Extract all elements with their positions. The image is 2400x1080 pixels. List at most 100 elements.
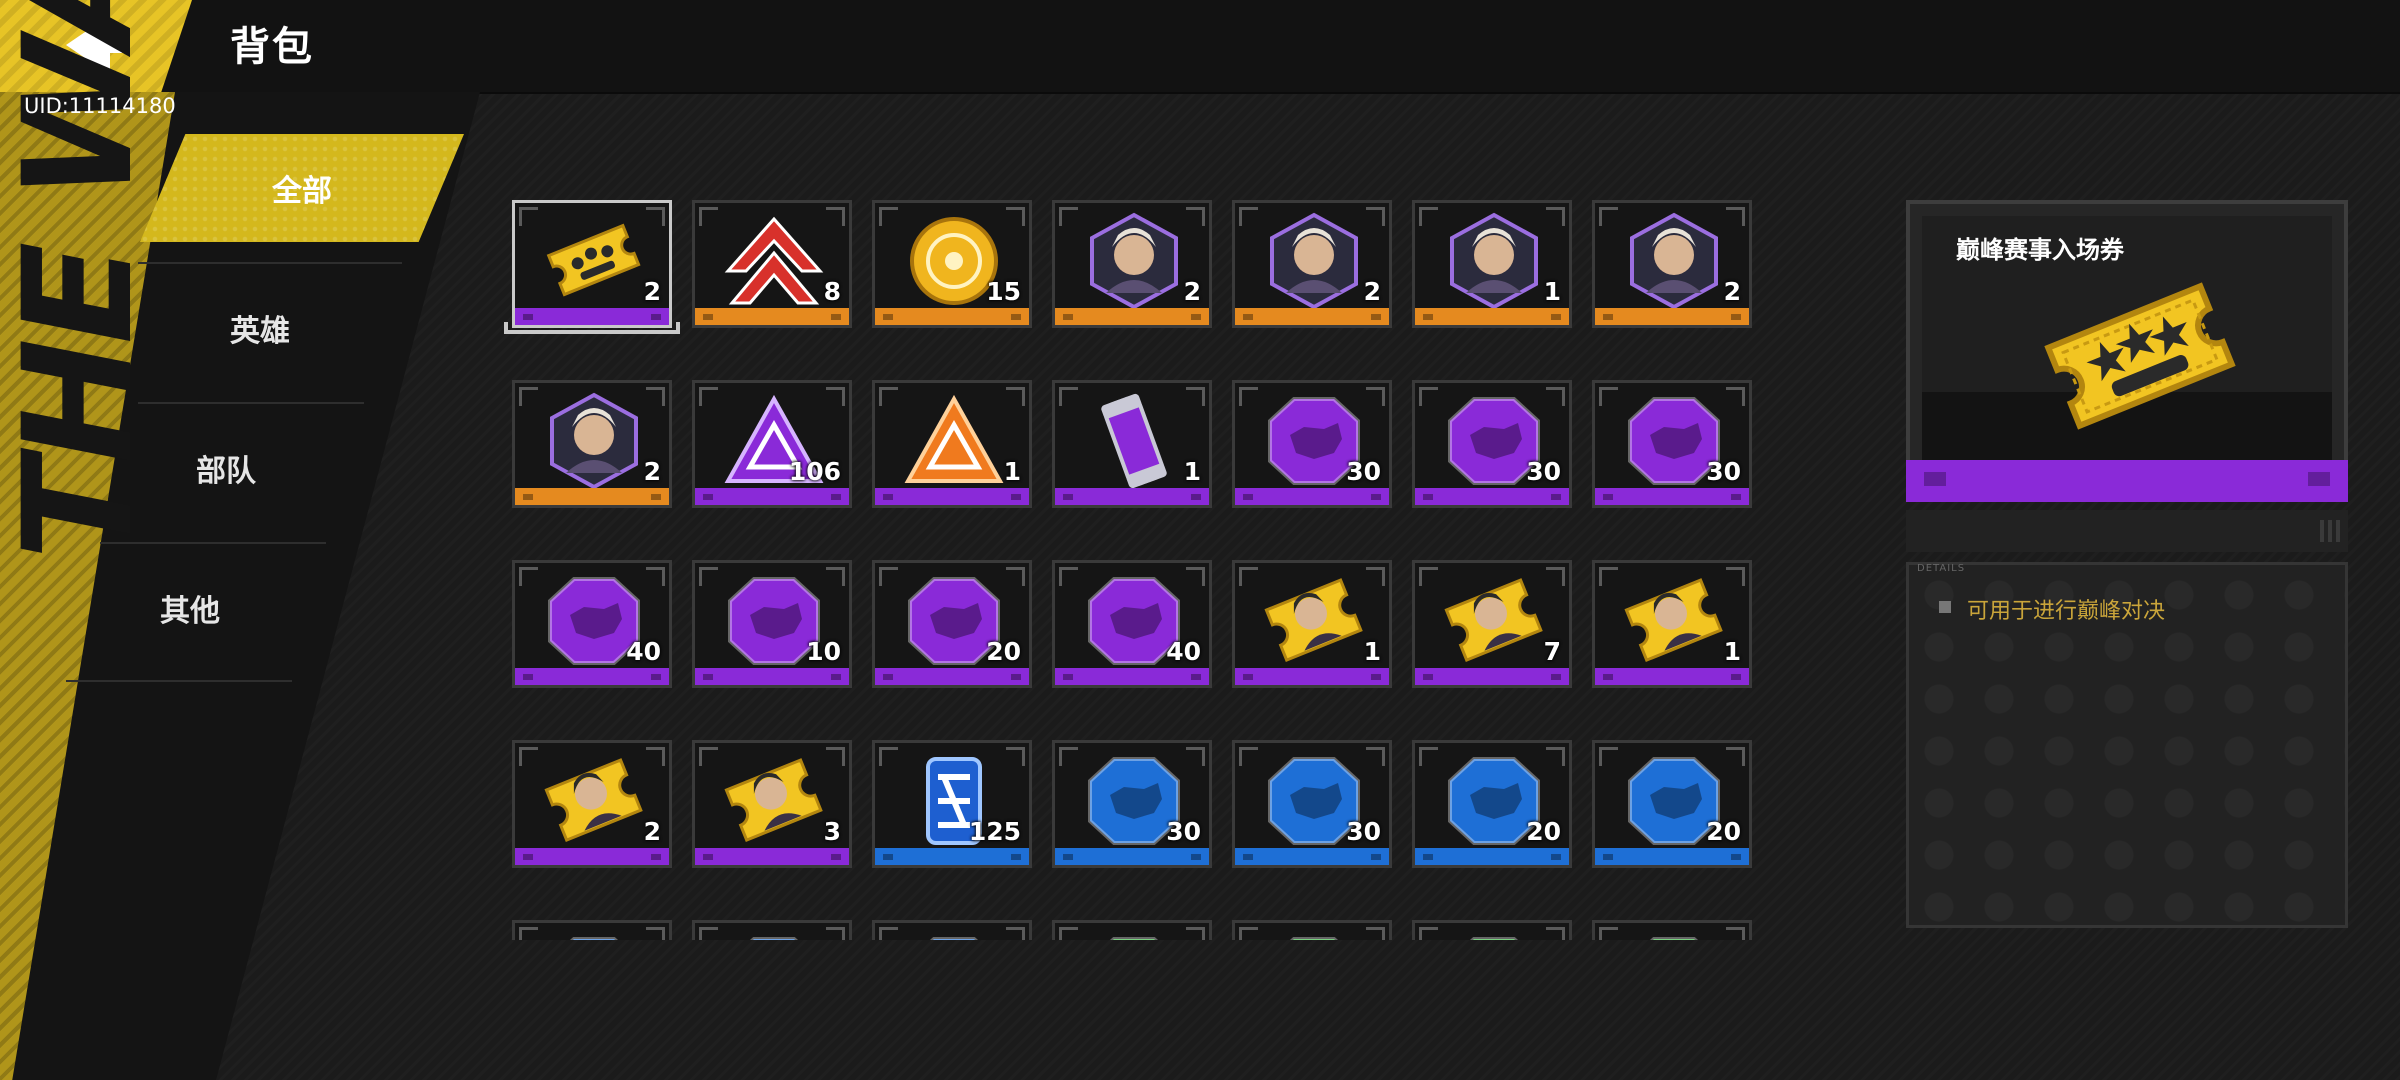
hero-ticket-icon bbox=[1264, 578, 1363, 663]
slot-corner bbox=[1599, 387, 1618, 406]
slot-corner bbox=[519, 747, 538, 766]
item-quantity: 7 bbox=[1543, 637, 1561, 666]
inventory-slot[interactable]: 7 bbox=[1412, 560, 1572, 688]
inventory-slot[interactable] bbox=[512, 920, 672, 940]
item-quantity: 30 bbox=[1346, 817, 1381, 846]
item-quantity: 10 bbox=[806, 637, 841, 666]
inventory-slot[interactable]: 3 bbox=[692, 740, 852, 868]
item-quantity: 106 bbox=[788, 457, 841, 486]
rarity-bar bbox=[695, 848, 849, 865]
slot-corner bbox=[1186, 207, 1205, 226]
slot-corner bbox=[826, 567, 845, 586]
inventory-slot[interactable]: 30 bbox=[1232, 380, 1392, 508]
detail-rarity-bar bbox=[1906, 460, 2348, 502]
item-quantity: 2 bbox=[643, 277, 661, 306]
slot-corner bbox=[646, 567, 665, 586]
slot-corner bbox=[1419, 747, 1438, 766]
slot-corner bbox=[1366, 387, 1385, 406]
inventory-slot[interactable]: 2 bbox=[512, 200, 672, 328]
inventory-slot[interactable]: 1 bbox=[1052, 380, 1212, 508]
inventory-slot[interactable] bbox=[1232, 920, 1392, 940]
inventory-slot[interactable]: 2 bbox=[1592, 200, 1752, 328]
inventory-slot[interactable]: 30 bbox=[1412, 380, 1572, 508]
inventory-slot[interactable]: 125 bbox=[872, 740, 1032, 868]
inventory-slot[interactable]: 40 bbox=[512, 560, 672, 688]
slot-corner bbox=[1419, 567, 1438, 586]
inventory-slot[interactable]: 2 bbox=[512, 380, 672, 508]
inventory-slot[interactable]: 8 bbox=[692, 200, 852, 328]
rarity-bar bbox=[1055, 308, 1209, 325]
tab-all[interactable]: 全部 bbox=[140, 134, 464, 242]
inventory-slot[interactable]: 15 bbox=[872, 200, 1032, 328]
inventory-slot[interactable]: 30 bbox=[1052, 740, 1212, 868]
inventory-slot[interactable]: 1 bbox=[1232, 560, 1392, 688]
green-unit-badge-icon bbox=[1289, 937, 1339, 940]
inventory-slot[interactable]: 20 bbox=[1412, 740, 1572, 868]
inventory-slot[interactable] bbox=[1592, 920, 1752, 940]
inventory-slot[interactable]: 30 bbox=[1592, 380, 1752, 508]
item-quantity: 3 bbox=[823, 817, 841, 846]
slot-corner bbox=[1059, 927, 1078, 940]
inventory-slot[interactable] bbox=[1052, 920, 1212, 940]
inventory-slot[interactable]: 30 bbox=[1232, 740, 1392, 868]
item-quantity: 1 bbox=[1543, 277, 1561, 306]
rarity-bar bbox=[1415, 668, 1569, 685]
item-quantity: 30 bbox=[1706, 457, 1741, 486]
slot-corner bbox=[519, 567, 538, 586]
rarity-bar bbox=[695, 488, 849, 505]
blue-unit-badge-icon bbox=[749, 937, 799, 940]
slot-corner bbox=[646, 927, 665, 940]
hero-portrait-icon bbox=[550, 392, 638, 490]
slot-corner bbox=[1006, 747, 1025, 766]
rarity-bar bbox=[1235, 308, 1389, 325]
inventory-slot[interactable]: 20 bbox=[1592, 740, 1752, 868]
inventory-slot[interactable]: 40 bbox=[1052, 560, 1212, 688]
tab-heroes[interactable]: 英雄 bbox=[140, 274, 380, 382]
slot-corner bbox=[1006, 387, 1025, 406]
inventory-slot[interactable]: 1 bbox=[1592, 560, 1752, 688]
inventory-slot[interactable]: 10 bbox=[692, 560, 852, 688]
inventory-slot[interactable]: 20 bbox=[872, 560, 1032, 688]
inventory-slot[interactable]: 106 bbox=[692, 380, 852, 508]
rarity-bar bbox=[1235, 668, 1389, 685]
rarity-bar bbox=[1415, 308, 1569, 325]
inventory-slot[interactable] bbox=[692, 920, 852, 940]
inventory-slot[interactable]: 2 bbox=[1052, 200, 1212, 328]
hero-ticket-icon bbox=[1624, 578, 1723, 663]
inventory-slot[interactable]: 2 bbox=[512, 740, 672, 868]
item-quantity: 125 bbox=[968, 817, 1021, 846]
slot-corner bbox=[1366, 567, 1385, 586]
item-quantity: 20 bbox=[1526, 817, 1561, 846]
inventory-slot[interactable] bbox=[872, 920, 1032, 940]
item-quantity: 30 bbox=[1526, 457, 1561, 486]
rarity-bar bbox=[1595, 848, 1749, 865]
inventory-grid[interactable]: 2 8 15 2 2 1 2 2 106 1 1 30 30 30 40 10 20 40 1 7 1 2 3 125 30 30… bbox=[500, 200, 1760, 940]
inventory-slot[interactable] bbox=[1412, 920, 1572, 940]
slot-corner bbox=[699, 207, 718, 226]
hero-portrait-icon bbox=[1090, 212, 1178, 310]
slot-corner bbox=[1546, 927, 1565, 940]
inventory-slot[interactable]: 1 bbox=[1412, 200, 1572, 328]
slot-corner bbox=[1059, 567, 1078, 586]
slot-corner bbox=[699, 567, 718, 586]
description-section-label: DETAILS bbox=[1917, 563, 1966, 574]
hero-ticket-icon bbox=[724, 758, 823, 843]
tab-other-label: 其他 bbox=[160, 594, 220, 629]
slot-corner bbox=[1006, 567, 1025, 586]
rarity-bar bbox=[1415, 488, 1569, 505]
description-bullet bbox=[1939, 601, 1951, 613]
rarity-bar bbox=[515, 488, 669, 505]
blue-unit-badge-icon bbox=[929, 937, 979, 940]
slot-corner bbox=[879, 927, 898, 940]
item-quantity: 2 bbox=[1183, 277, 1201, 306]
inventory-slot[interactable]: 1 bbox=[872, 380, 1032, 508]
slot-corner bbox=[1419, 387, 1438, 406]
top-bar: 背包 bbox=[0, 0, 2400, 94]
slot-corner bbox=[1059, 747, 1078, 766]
inventory-slot[interactable]: 2 bbox=[1232, 200, 1392, 328]
tab-other[interactable]: 其他 bbox=[70, 554, 310, 662]
slot-corner bbox=[699, 927, 718, 940]
rarity-bar bbox=[515, 668, 669, 685]
orange-triangle-icon bbox=[904, 394, 1004, 483]
nav-divider bbox=[66, 680, 292, 682]
